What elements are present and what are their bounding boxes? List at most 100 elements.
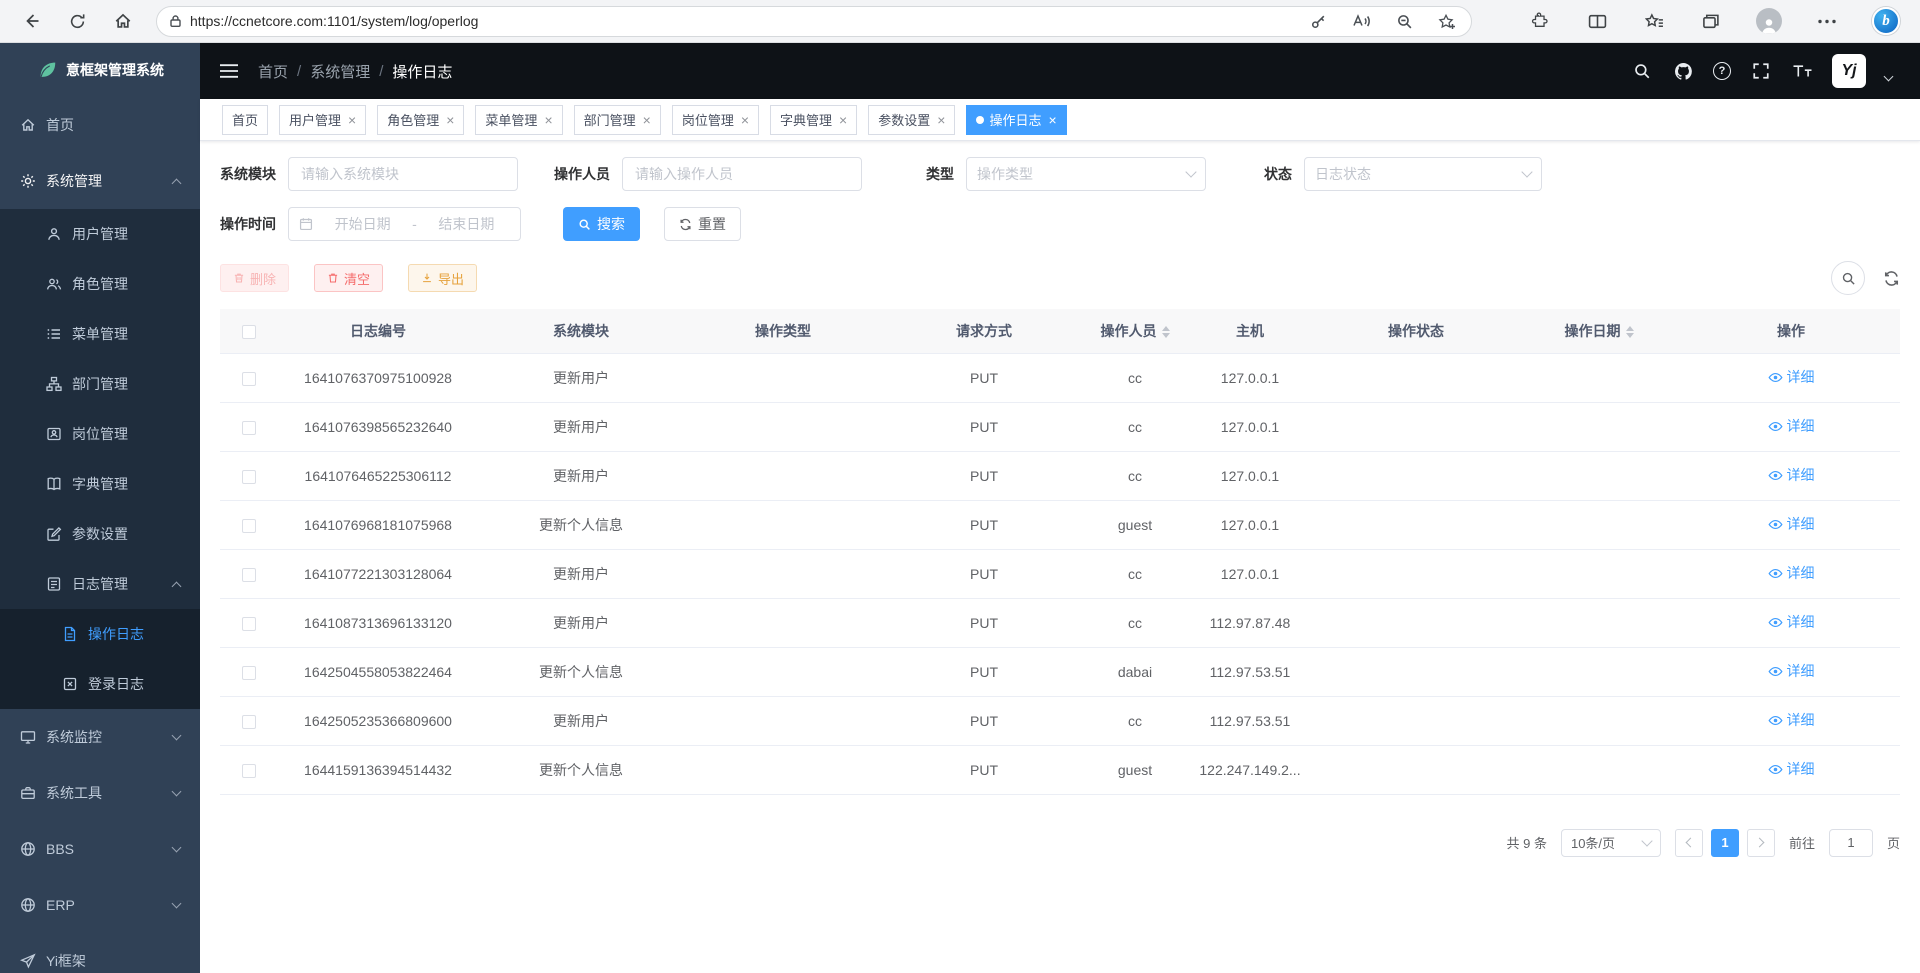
github-icon[interactable] bbox=[1672, 60, 1694, 82]
profile-avatar[interactable] bbox=[1756, 8, 1782, 34]
tab-operation-log[interactable]: 操作日志× bbox=[966, 105, 1066, 135]
detail-link[interactable]: 详细 bbox=[1768, 367, 1815, 387]
favorites-icon[interactable] bbox=[1642, 9, 1666, 33]
close-icon[interactable]: × bbox=[937, 113, 945, 127]
sidebar-item-login-log[interactable]: 登录日志 bbox=[0, 659, 200, 709]
page-size-select[interactable]: 10条/页 bbox=[1561, 829, 1661, 857]
bing-icon[interactable]: b bbox=[1872, 7, 1900, 35]
sidebar-item-menu-mgmt[interactable]: 菜单管理 bbox=[0, 309, 200, 359]
header-operator[interactable]: 操作人员 bbox=[1086, 309, 1184, 353]
split-screen-icon[interactable] bbox=[1585, 9, 1609, 33]
browser-menu-icon[interactable] bbox=[1815, 9, 1839, 33]
font-size-icon[interactable] bbox=[1791, 60, 1813, 82]
prev-page-button[interactable] bbox=[1675, 829, 1703, 857]
help-icon[interactable]: ? bbox=[1713, 62, 1731, 80]
header-search-icon[interactable] bbox=[1631, 60, 1653, 82]
browser-back-button[interactable] bbox=[14, 4, 48, 38]
sidebar-item-dict-mgmt[interactable]: 字典管理 bbox=[0, 459, 200, 509]
tab-dict-mgmt[interactable]: 字典管理× bbox=[770, 105, 857, 135]
close-icon[interactable]: × bbox=[643, 113, 651, 127]
url-text[interactable]: https://ccnetcore.com:1101/system/log/op… bbox=[190, 13, 1287, 29]
operator-input[interactable] bbox=[622, 157, 862, 191]
next-page-button[interactable] bbox=[1747, 829, 1775, 857]
sidebar-item-log-mgmt[interactable]: 日志管理 bbox=[0, 559, 200, 609]
sidebar-item-operation-log[interactable]: 操作日志 bbox=[0, 609, 200, 659]
show-search-button[interactable] bbox=[1831, 261, 1865, 295]
row-checkbox[interactable] bbox=[242, 715, 256, 729]
current-page-button[interactable]: 1 bbox=[1711, 829, 1739, 857]
tab-param-settings[interactable]: 参数设置× bbox=[868, 105, 955, 135]
key-icon[interactable] bbox=[1306, 9, 1330, 33]
detail-link[interactable]: 详细 bbox=[1768, 465, 1815, 485]
detail-link[interactable]: 详细 bbox=[1768, 710, 1815, 730]
fullscreen-icon[interactable] bbox=[1750, 60, 1772, 82]
sidebar-toggle-button[interactable] bbox=[200, 43, 258, 99]
tab-user-mgmt[interactable]: 用户管理× bbox=[279, 105, 366, 135]
breadcrumb-home[interactable]: 首页 bbox=[258, 61, 288, 82]
extensions-icon[interactable] bbox=[1528, 9, 1552, 33]
row-checkbox[interactable] bbox=[242, 372, 256, 386]
date-range-picker[interactable]: 开始日期 - 结束日期 bbox=[288, 207, 521, 241]
reset-button[interactable]: 重置 bbox=[664, 207, 741, 241]
user-logo-avatar[interactable]: Yj bbox=[1832, 54, 1866, 88]
detail-link[interactable]: 详细 bbox=[1768, 416, 1815, 436]
sidebar-item-erp[interactable]: ERP bbox=[0, 877, 200, 933]
sidebar-item-user-mgmt[interactable]: 用户管理 bbox=[0, 209, 200, 259]
sidebar-item-dept-mgmt[interactable]: 部门管理 bbox=[0, 359, 200, 409]
sidebar-item-bbs[interactable]: BBS bbox=[0, 821, 200, 877]
sidebar-item-post-mgmt[interactable]: 岗位管理 bbox=[0, 409, 200, 459]
clear-button[interactable]: 清空 bbox=[314, 264, 383, 292]
browser-refresh-button[interactable] bbox=[60, 4, 94, 38]
close-icon[interactable]: × bbox=[1048, 113, 1056, 127]
row-checkbox[interactable] bbox=[242, 764, 256, 778]
detail-link[interactable]: 详细 bbox=[1768, 563, 1815, 583]
goto-page-input[interactable] bbox=[1829, 829, 1873, 857]
sidebar-item-role-mgmt[interactable]: 角色管理 bbox=[0, 259, 200, 309]
sidebar-item-yi-framework[interactable]: Yi框架 bbox=[0, 933, 200, 973]
app-logo[interactable]: 意框架管理系统 bbox=[0, 43, 200, 97]
sidebar-item-param-settings[interactable]: 参数设置 bbox=[0, 509, 200, 559]
close-icon[interactable]: × bbox=[348, 113, 356, 127]
sidebar-item-system-tools[interactable]: 系统工具 bbox=[0, 765, 200, 821]
row-checkbox[interactable] bbox=[242, 470, 256, 484]
address-bar[interactable]: https://ccnetcore.com:1101/system/log/op… bbox=[156, 6, 1472, 37]
close-icon[interactable]: × bbox=[741, 113, 749, 127]
close-icon[interactable]: × bbox=[839, 113, 847, 127]
collections-icon[interactable] bbox=[1699, 9, 1723, 33]
detail-link[interactable]: 详细 bbox=[1768, 759, 1815, 779]
module-input[interactable] bbox=[288, 157, 518, 191]
export-button[interactable]: 导出 bbox=[408, 264, 477, 292]
row-checkbox[interactable] bbox=[242, 666, 256, 680]
close-icon[interactable]: × bbox=[446, 113, 454, 127]
search-button[interactable]: 搜索 bbox=[563, 207, 640, 241]
refresh-table-button[interactable] bbox=[1883, 270, 1900, 287]
detail-link[interactable]: 详细 bbox=[1768, 514, 1815, 534]
status-select[interactable]: 日志状态 bbox=[1304, 157, 1542, 191]
add-favorite-icon[interactable] bbox=[1435, 9, 1459, 33]
header-operation-date[interactable]: 操作日期 bbox=[1516, 309, 1682, 353]
select-all-checkbox[interactable] bbox=[242, 325, 256, 339]
type-select[interactable]: 操作类型 bbox=[966, 157, 1206, 191]
sort-icon[interactable] bbox=[1626, 326, 1634, 338]
sidebar-item-home[interactable]: 首页 bbox=[0, 97, 200, 153]
tab-post-mgmt[interactable]: 岗位管理× bbox=[672, 105, 759, 135]
browser-home-button[interactable] bbox=[106, 4, 140, 38]
sidebar-item-system-monitor[interactable]: 系统监控 bbox=[0, 709, 200, 765]
row-checkbox[interactable] bbox=[242, 617, 256, 631]
sidebar-item-system-mgmt[interactable]: 系统管理 bbox=[0, 153, 200, 209]
breadcrumb-section[interactable]: 系统管理 bbox=[310, 61, 370, 82]
row-checkbox[interactable] bbox=[242, 421, 256, 435]
detail-link[interactable]: 详细 bbox=[1768, 612, 1815, 632]
close-icon[interactable]: × bbox=[544, 113, 552, 127]
sort-icon[interactable] bbox=[1162, 326, 1170, 338]
zoom-out-icon[interactable] bbox=[1392, 9, 1416, 33]
tab-home[interactable]: 首页 bbox=[222, 105, 268, 135]
delete-button[interactable]: 删除 bbox=[220, 264, 289, 292]
row-checkbox[interactable] bbox=[242, 519, 256, 533]
chevron-down-icon[interactable] bbox=[1884, 71, 1894, 81]
tab-menu-mgmt[interactable]: 菜单管理× bbox=[475, 105, 562, 135]
tab-role-mgmt[interactable]: 角色管理× bbox=[377, 105, 464, 135]
row-checkbox[interactable] bbox=[242, 568, 256, 582]
tab-dept-mgmt[interactable]: 部门管理× bbox=[574, 105, 661, 135]
detail-link[interactable]: 详细 bbox=[1768, 661, 1815, 681]
